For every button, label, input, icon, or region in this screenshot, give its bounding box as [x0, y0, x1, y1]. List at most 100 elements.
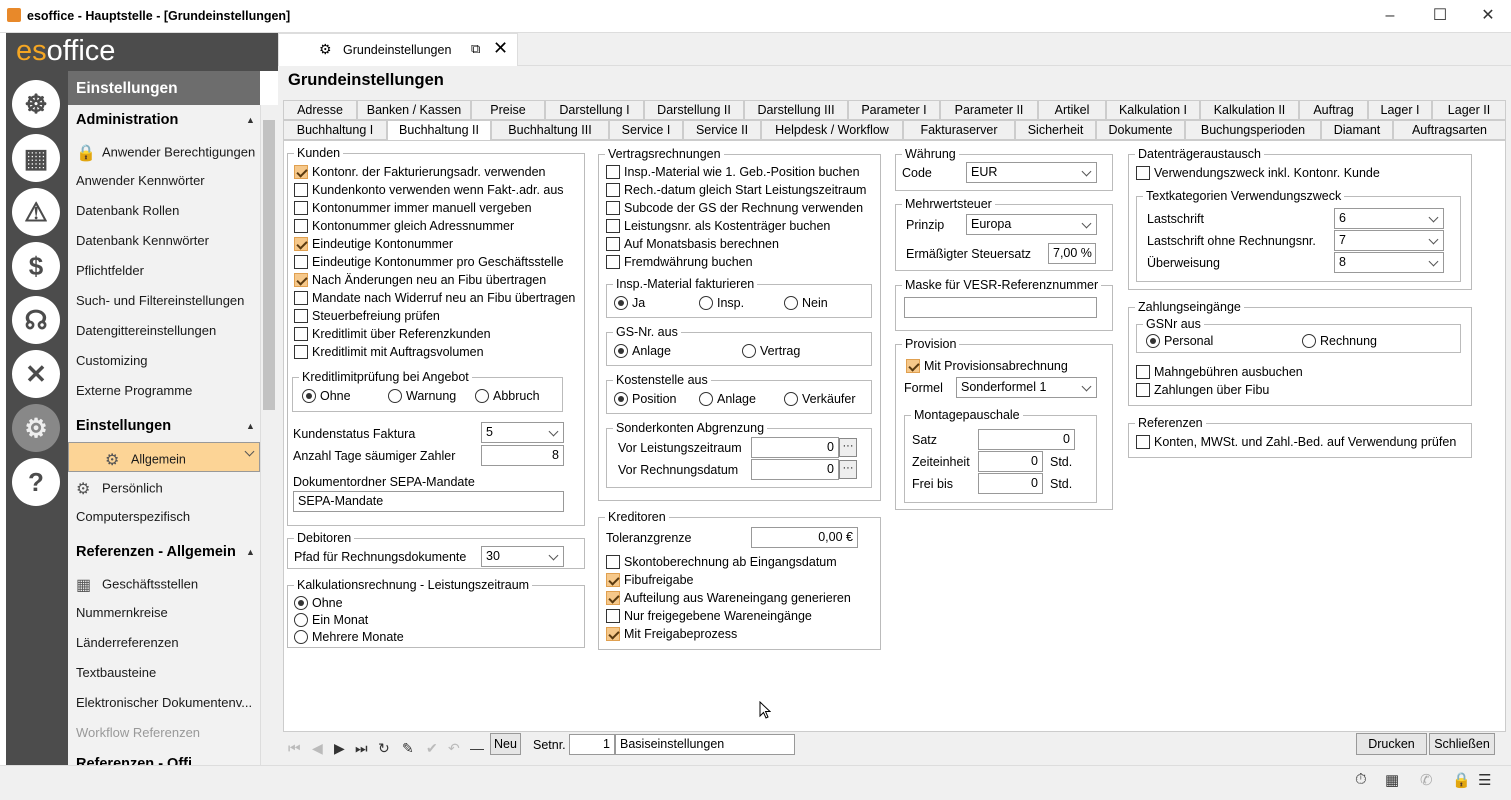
help-icon[interactable]: ? [12, 458, 60, 506]
stopwatch-icon[interactable]: ⏱ [1355, 771, 1367, 788]
tab-adresse[interactable]: Adresse [283, 100, 357, 120]
lock-icon[interactable]: 🔒 [1452, 771, 1471, 789]
radio-kst-verkaeufer[interactable] [784, 392, 798, 406]
nav-item-workflow-referenzen[interactable]: Workflow Referenzen [76, 725, 200, 740]
radio-insp-ja[interactable] [614, 296, 628, 310]
nav-section-administration[interactable]: Administration ▲ [76, 112, 255, 128]
kunden-checkbox-2[interactable] [294, 201, 308, 215]
kunden-checkbox-3[interactable] [294, 219, 308, 233]
tab-artikel[interactable]: Artikel [1038, 100, 1106, 120]
kunden-checkbox-4[interactable] [294, 237, 308, 251]
nav-item-datengitter[interactable]: Datengittereinstellungen [76, 323, 216, 338]
vertrag-checkbox-3[interactable] [606, 219, 620, 233]
nav-item-nummernkreise[interactable]: Nummernkreise [76, 605, 168, 620]
check-zahlungen-fibu[interactable] [1136, 383, 1150, 397]
sk-rechnungsdatum-input[interactable]: 0 [751, 459, 839, 480]
nav-item-externe-programme[interactable]: Externe Programme [76, 383, 192, 398]
drucken-button[interactable]: Drucken [1356, 733, 1427, 755]
tools-icon[interactable]: ✕ [12, 350, 60, 398]
money-icon[interactable]: $ [12, 242, 60, 290]
tab-lager-1[interactable]: Lager I [1368, 100, 1432, 120]
kunden-checkbox-1[interactable] [294, 183, 308, 197]
nav-section-einstellungen[interactable]: Einstellungen ▲ [76, 418, 255, 434]
building-icon[interactable]: ▦ [1385, 771, 1399, 789]
popout-icon[interactable]: ⧉ [471, 41, 480, 57]
tab-buchhaltung-1[interactable]: Buchhaltung I [283, 120, 387, 140]
steering-wheel-icon[interactable]: ☸ [12, 80, 60, 128]
radio-kst-position[interactable] [614, 392, 628, 406]
check-konten-pruefen[interactable] [1136, 435, 1150, 449]
radio-gs-anlage[interactable] [614, 344, 628, 358]
tab-kalkulation-1[interactable]: Kalkulation I [1106, 100, 1200, 120]
nav-item-persoenlich[interactable]: ⚙ Persönlich [76, 479, 163, 499]
sk-leistungszeitraum-input[interactable]: 0 [751, 437, 839, 458]
kunden-checkbox-9[interactable] [294, 327, 308, 341]
last-record-icon[interactable]: ⏭ [355, 740, 368, 757]
nav-item-datenbank-kennwoerter[interactable]: Datenbank Kennwörter [76, 233, 209, 248]
alarm-light-icon[interactable]: ⚠ [12, 188, 60, 236]
frei-bis-input[interactable]: 0 [978, 473, 1043, 494]
tab-dokumente[interactable]: Dokumente [1096, 120, 1185, 140]
kunden-checkbox-7[interactable] [294, 291, 308, 305]
radio-kalk-mehrere[interactable] [294, 630, 308, 644]
tab-sicherheit[interactable]: Sicherheit [1015, 120, 1096, 140]
vertrag-checkbox-4[interactable] [606, 237, 620, 251]
save-check-icon[interactable]: ✔ [426, 740, 438, 757]
kreditoren-checkbox-1[interactable] [606, 573, 620, 587]
kunden-checkbox-5[interactable] [294, 255, 308, 269]
radio-kst-anlage[interactable] [699, 392, 713, 406]
radio-kredit-warnung[interactable] [388, 389, 402, 403]
satz-input[interactable]: 0 [978, 429, 1075, 450]
nav-item-elektronischer-dokumentenv[interactable]: Elektronischer Dokumentenv... [76, 695, 252, 710]
tab-auftragsarten[interactable]: Auftragsarten [1393, 120, 1506, 140]
tab-auftrag[interactable]: Auftrag [1299, 100, 1368, 120]
vesr-input[interactable] [904, 297, 1097, 318]
tab-buchungsperioden[interactable]: Buchungsperioden [1185, 120, 1321, 140]
refresh-icon[interactable]: ↻ [378, 740, 390, 757]
nav-item-geschaeftsstellen[interactable]: ▦ Geschäftsstellen [76, 575, 198, 595]
sepa-ordner-input[interactable]: SEPA-Mandate [293, 491, 564, 512]
first-record-icon[interactable]: ⏮ [288, 740, 301, 757]
edit-icon[interactable]: ✎ [402, 740, 414, 757]
radio-gsnr-personal[interactable] [1146, 334, 1160, 348]
close-tab-icon[interactable]: ✕ [493, 38, 508, 59]
sk-rechnungsdatum-lookup-button[interactable]: ··· [839, 460, 857, 479]
kundenstatus-select[interactable]: 5 [481, 422, 564, 443]
kunden-checkbox-8[interactable] [294, 309, 308, 323]
schliessen-button[interactable]: Schließen [1429, 733, 1495, 755]
vertrag-checkbox-5[interactable] [606, 255, 620, 269]
kreditoren-checkbox-4[interactable] [606, 627, 620, 641]
tab-buchhaltung-2[interactable]: Buchhaltung II [387, 120, 491, 141]
nav-section-referenzen-office[interactable]: Referenzen - Offi... [76, 756, 204, 765]
radio-kredit-abbruch[interactable] [475, 389, 489, 403]
steuersatz-input[interactable]: 7,00 % [1048, 243, 1096, 264]
tab-fakturaserver[interactable]: Fakturaserver [903, 120, 1015, 140]
vertrag-checkbox-1[interactable] [606, 183, 620, 197]
check-provisionsabrechnung[interactable] [906, 359, 920, 373]
ueberweisung-select[interactable]: 8 [1334, 252, 1444, 273]
tab-parameter-2[interactable]: Parameter II [940, 100, 1038, 120]
tab-darstellung-1[interactable]: Darstellung I [545, 100, 644, 120]
tab-lager-2[interactable]: Lager II [1432, 100, 1506, 120]
radio-gs-vertrag[interactable] [742, 344, 756, 358]
nav-item-laenderreferenzen[interactable]: Länderreferenzen [76, 635, 179, 650]
nav-section-referenzen[interactable]: Referenzen - Allgemein ▲ [76, 544, 255, 560]
kreditoren-checkbox-0[interactable] [606, 555, 620, 569]
radio-insp-insp[interactable] [699, 296, 713, 310]
vertrag-checkbox-2[interactable] [606, 201, 620, 215]
nav-item-allgemein[interactable]: ⚙ Allgemein [68, 442, 260, 472]
radio-kalk-ein-monat[interactable] [294, 613, 308, 627]
sk-leistungszeitraum-lookup-button[interactable]: ··· [839, 438, 857, 457]
formel-select[interactable]: Sonderformel 1 [956, 377, 1097, 398]
nav-item-pflichtfelder[interactable]: Pflichtfelder [76, 263, 144, 278]
headset-icon[interactable]: ☊ [12, 296, 60, 344]
tab-parameter-1[interactable]: Parameter I [848, 100, 940, 120]
toleranz-input[interactable]: 0,00 € [751, 527, 858, 548]
kreditoren-checkbox-2[interactable] [606, 591, 620, 605]
undo-icon[interactable]: ↶ [448, 740, 460, 757]
tab-preise[interactable]: Preise [471, 100, 545, 120]
tab-helpdesk-workflow[interactable]: Helpdesk / Workflow [761, 120, 903, 140]
radio-gsnr-rechnung[interactable] [1302, 334, 1316, 348]
tab-darstellung-3[interactable]: Darstellung III [744, 100, 848, 120]
gears-icon[interactable]: ⚙ [12, 404, 60, 452]
